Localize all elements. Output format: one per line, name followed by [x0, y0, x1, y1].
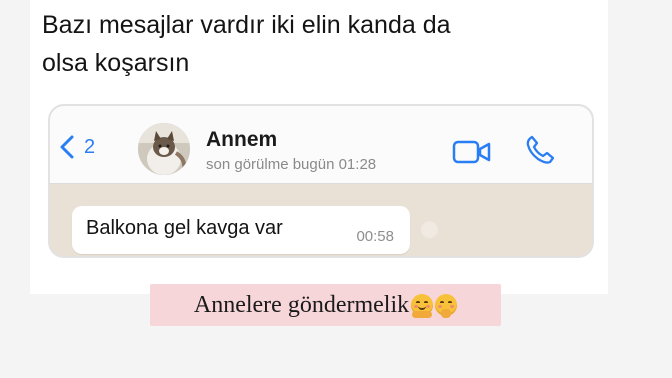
avatar[interactable] [138, 123, 190, 175]
caption-banner: Annelere göndermelik [150, 284, 501, 326]
chat-background: Balkona gel kavga var 00:58 [50, 184, 592, 256]
phone-icon [526, 135, 555, 164]
voice-call-button[interactable] [524, 134, 556, 166]
message-bubble[interactable]: Balkona gel kavga var 00:58 [72, 206, 410, 254]
tweet-card: Bazı mesajlar vardır iki elin kanda da o… [30, 0, 608, 294]
tweet-text-line-1: Bazı mesajlar vardır iki elin kanda da [42, 11, 451, 39]
video-camera-icon [452, 140, 491, 164]
chat-header: 2 Annem son görülme bugün 01:28 [50, 106, 592, 184]
back-button[interactable]: 2 [58, 134, 95, 160]
tweet-text: Bazı mesajlar vardır iki elin kanda da o… [42, 6, 582, 82]
message-time: 00:58 [356, 228, 394, 245]
cat-photo-icon [138, 123, 190, 175]
unread-count: 2 [84, 135, 96, 158]
hugging-face-emoji [411, 294, 434, 318]
chevron-left-icon [60, 135, 74, 159]
contact-name[interactable]: Annem [206, 128, 277, 152]
message-text: Balkona gel kavga var [86, 217, 283, 239]
caption-text: Annelere göndermelik [193, 291, 410, 318]
shushing-face-emoji [435, 294, 458, 318]
whatsapp-screenshot: 2 Annem son görülme bugün 01:28 Balkona … [48, 104, 594, 258]
video-call-button[interactable] [452, 140, 492, 164]
last-seen-status: son görülme bugün 01:28 [206, 156, 377, 173]
tweet-text-line-2: olsa koşarsın [42, 49, 190, 77]
